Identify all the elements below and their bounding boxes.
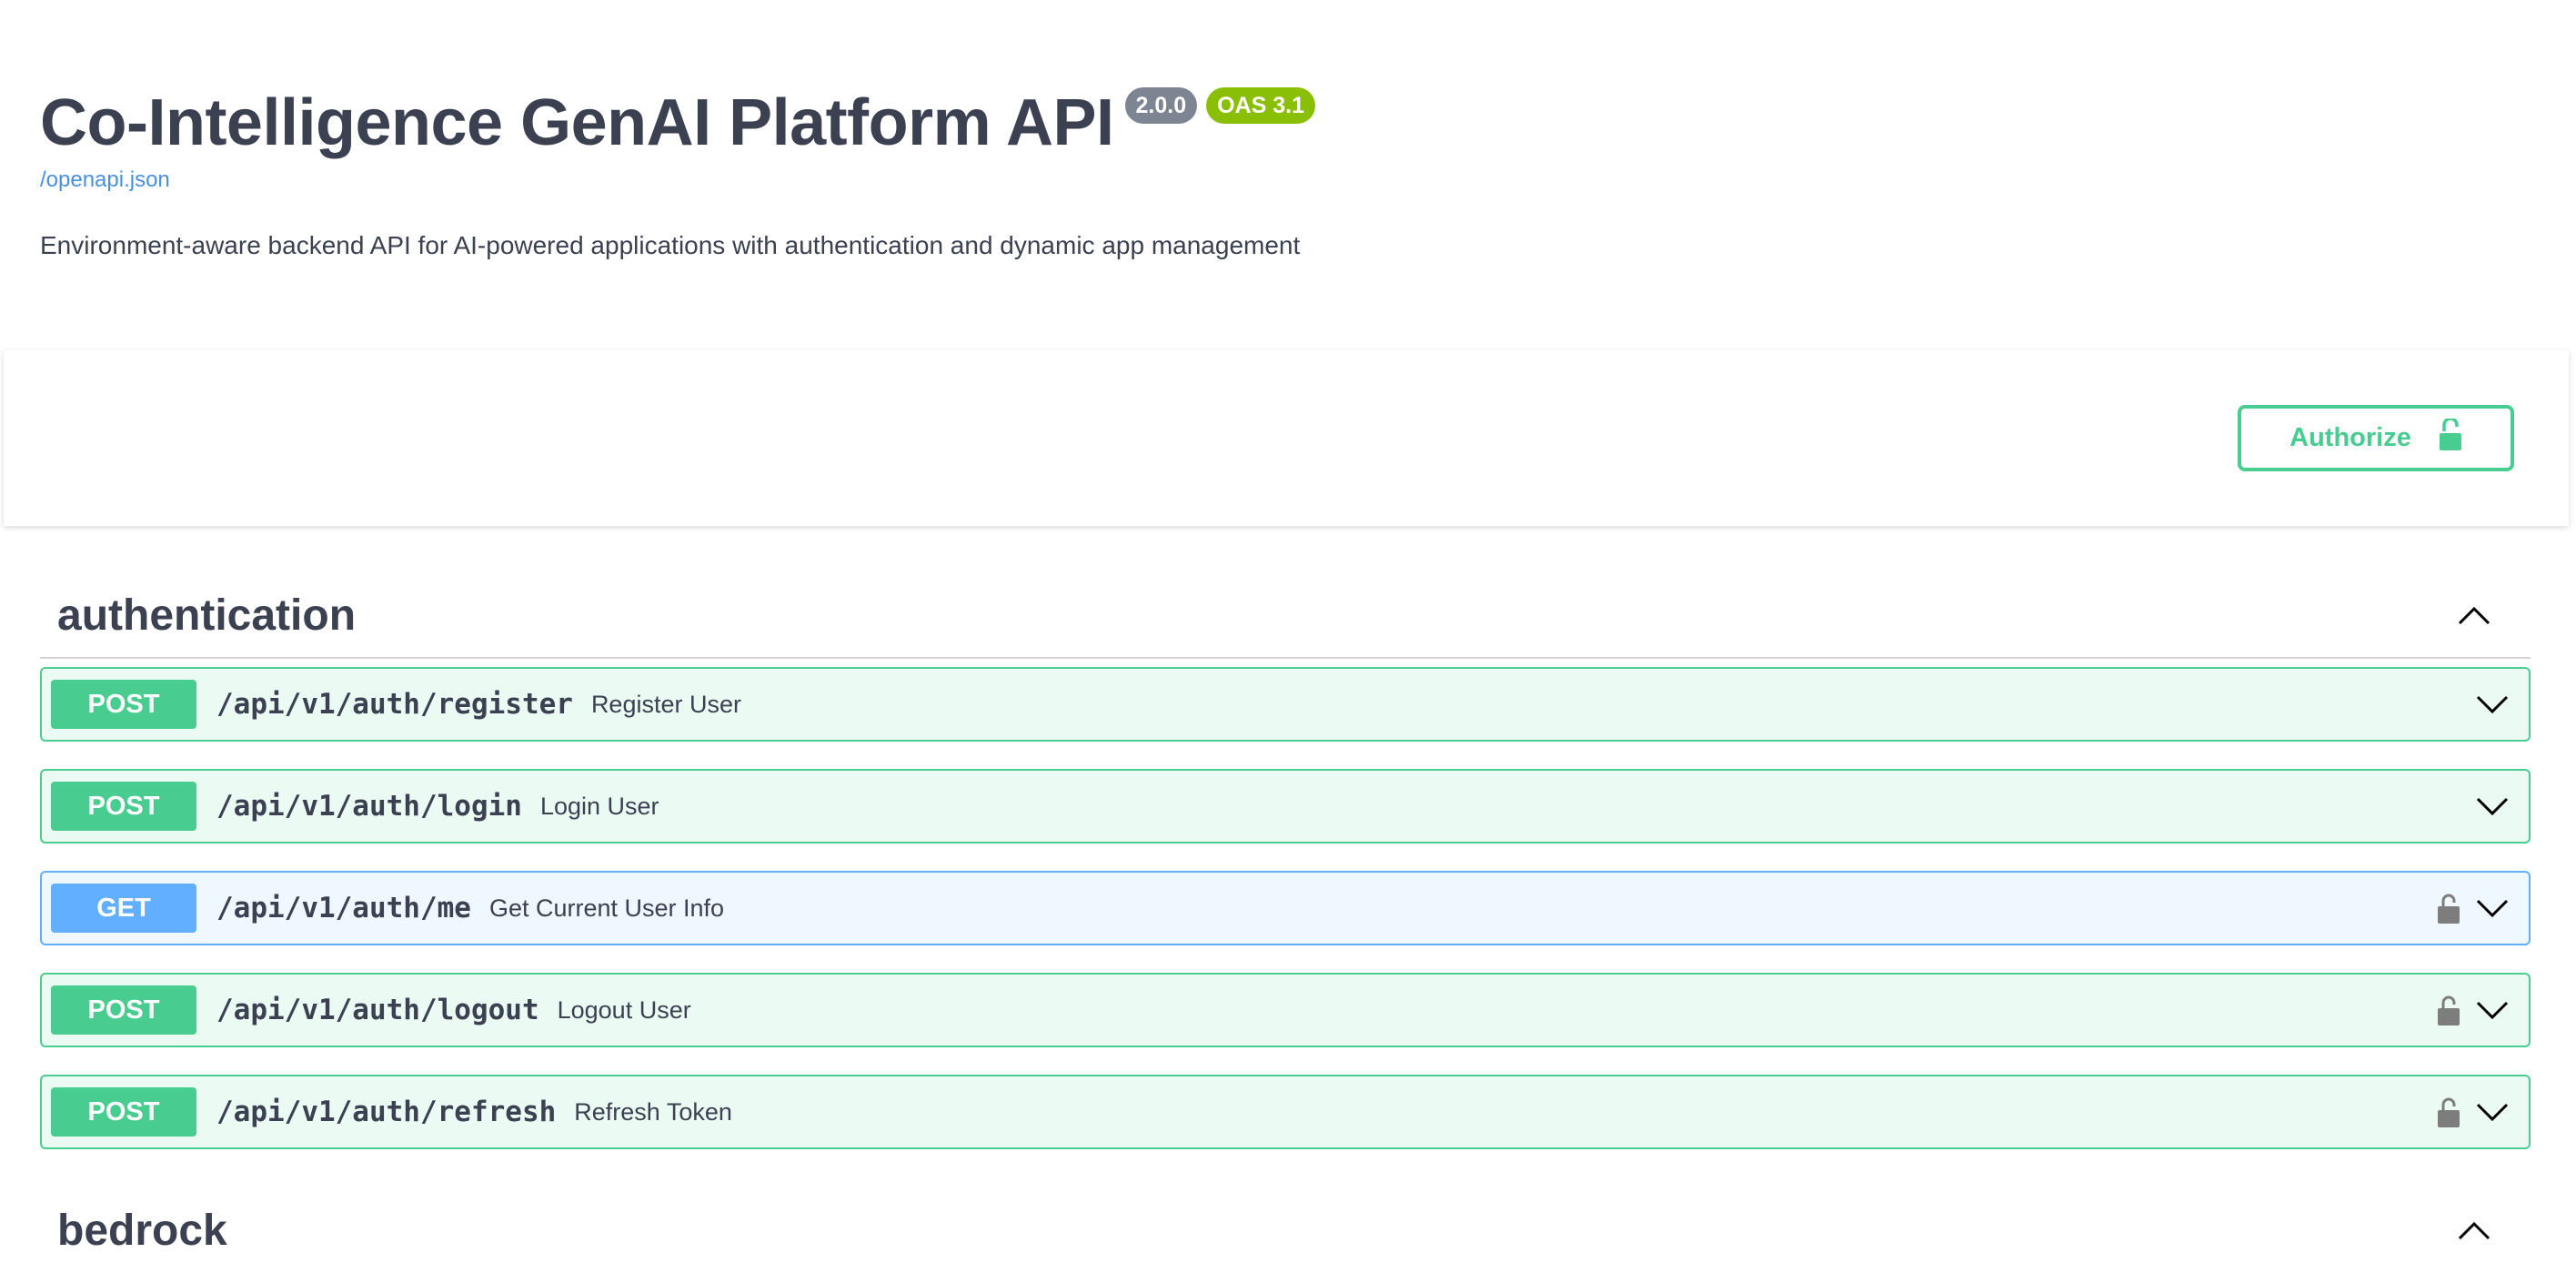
api-description: Environment-aware backend API for AI-pow… — [40, 231, 1301, 259]
chevron-up-icon[interactable] — [2458, 1220, 2490, 1240]
operation-path: /api/v1/auth/logout — [216, 994, 539, 1026]
unlock-icon[interactable] — [2436, 1096, 2461, 1128]
operation-controls — [2436, 1096, 2509, 1128]
scheme-container: Authorize — [4, 350, 2569, 526]
authorize-button[interactable]: Authorize — [2238, 405, 2514, 471]
method-badge: GET — [51, 884, 196, 933]
tag-name: authentication — [57, 591, 357, 640]
method-badge: POST — [51, 1087, 196, 1137]
openapi-spec-link[interactable]: /openapi.json — [40, 167, 2496, 193]
operation-register[interactable]: POST /api/v1/auth/register Register User — [40, 667, 2531, 742]
unlock-icon[interactable] — [2436, 892, 2461, 924]
oas-badge: OAS 3.1 — [1206, 87, 1315, 124]
operation-path: /api/v1/auth/refresh — [216, 1096, 557, 1128]
unlock-icon[interactable] — [2436, 994, 2461, 1026]
chevron-up-icon[interactable] — [2458, 605, 2490, 625]
chevron-down-icon[interactable] — [2476, 796, 2509, 816]
page-title: Co-Intelligence GenAI Platform API — [40, 86, 1114, 159]
operation-controls — [2476, 796, 2509, 816]
tag-header-authentication[interactable]: authentication — [40, 573, 2531, 659]
operation-controls — [2476, 694, 2509, 714]
operation-summary: Refresh Token — [574, 1097, 732, 1126]
operation-login[interactable]: POST /api/v1/auth/login Login User — [40, 769, 2531, 844]
chevron-down-icon[interactable] — [2476, 1000, 2509, 1020]
operation-controls — [2436, 994, 2509, 1026]
method-badge: POST — [51, 782, 196, 831]
operation-summary: Logout User — [557, 995, 691, 1024]
authorize-label: Authorize — [2289, 423, 2411, 452]
operation-path: /api/v1/auth/login — [216, 790, 522, 823]
tag-header-bedrock[interactable]: bedrock — [40, 1187, 2531, 1273]
operation-controls — [2436, 892, 2509, 924]
unlock-icon — [2439, 416, 2462, 459]
operation-me[interactable]: GET /api/v1/auth/me Get Current User Inf… — [40, 871, 2531, 945]
operation-path: /api/v1/auth/register — [216, 688, 573, 721]
operation-refresh[interactable]: POST /api/v1/auth/refresh Refresh Token — [40, 1075, 2531, 1149]
version-badge: 2.0.0 — [1124, 87, 1198, 124]
operation-logout[interactable]: POST /api/v1/auth/logout Logout User — [40, 973, 2531, 1047]
title-row: Co-Intelligence GenAI Platform API 2.0.0… — [40, 84, 2496, 162]
operation-summary: Get Current User Info — [488, 894, 725, 922]
api-info: Co-Intelligence GenAI Platform API 2.0.0… — [40, 84, 2496, 259]
method-badge: POST — [51, 680, 196, 729]
operation-summary: Login User — [539, 792, 659, 820]
chevron-down-icon[interactable] — [2476, 694, 2509, 714]
chevron-down-icon[interactable] — [2476, 1102, 2509, 1122]
chevron-down-icon[interactable] — [2476, 898, 2509, 918]
method-badge: POST — [51, 985, 196, 1035]
tag-name: bedrock — [57, 1206, 227, 1255]
operation-path: /api/v1/auth/me — [216, 892, 471, 924]
operation-summary: Register User — [590, 690, 741, 718]
